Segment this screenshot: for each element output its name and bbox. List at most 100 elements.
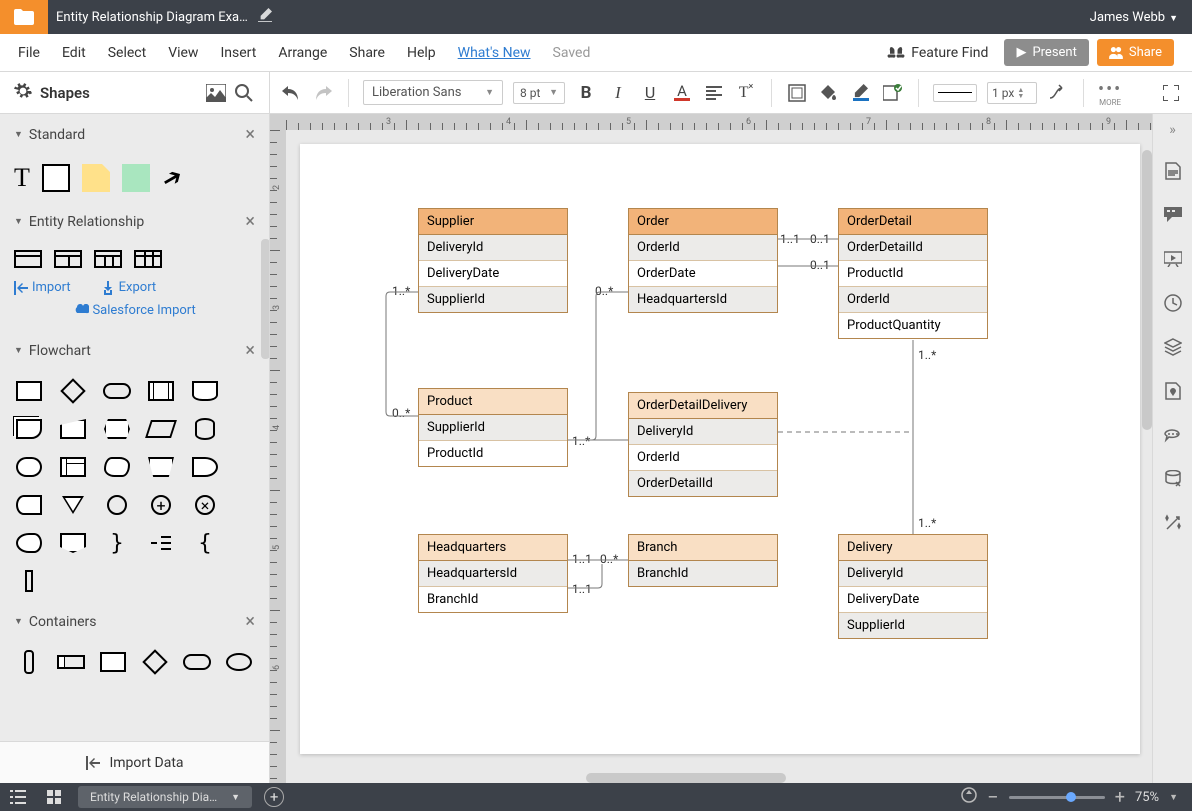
fc-decision[interactable] bbox=[58, 379, 88, 403]
fc-process[interactable] bbox=[14, 379, 44, 403]
entity-field[interactable]: OrderId bbox=[839, 287, 987, 313]
fc-terminator[interactable] bbox=[102, 379, 132, 403]
zoom-out-button[interactable]: − bbox=[987, 785, 998, 809]
entity-field[interactable]: OrderDetailId bbox=[839, 235, 987, 261]
menu-edit[interactable]: Edit bbox=[62, 45, 86, 61]
fc-internal-storage[interactable] bbox=[58, 455, 88, 479]
fc-paper-tape[interactable] bbox=[102, 455, 132, 479]
magic-icon[interactable] bbox=[1162, 512, 1184, 534]
font-size-selector[interactable]: 8 pt▼ bbox=[513, 82, 565, 104]
entity-order[interactable]: OrderOrderIdOrderDateHeadquartersId bbox=[628, 208, 778, 313]
menu-help[interactable]: Help bbox=[407, 45, 436, 61]
edit-title-icon[interactable] bbox=[258, 8, 272, 26]
entity-field[interactable]: HeadquartersId bbox=[419, 561, 567, 587]
menu-share[interactable]: Share bbox=[349, 45, 385, 61]
category-standard[interactable]: ▼Standard× bbox=[0, 114, 269, 155]
container-2[interactable] bbox=[56, 650, 86, 674]
layers-icon[interactable] bbox=[1162, 336, 1184, 358]
autozoom-icon[interactable] bbox=[961, 787, 977, 807]
entity-branch[interactable]: BranchBranchId bbox=[628, 534, 778, 587]
presentation-icon[interactable] bbox=[1162, 248, 1184, 270]
entity-field[interactable]: DeliveryDate bbox=[839, 587, 987, 613]
entity-header[interactable]: Headquarters bbox=[419, 535, 567, 561]
entity-field[interactable]: OrderId bbox=[629, 445, 777, 471]
arrow-shape[interactable]: ➔ bbox=[156, 161, 187, 195]
bold-button[interactable]: B bbox=[575, 82, 597, 104]
diagram-page[interactable]: SupplierDeliveryIdDeliveryDateSupplierId… bbox=[300, 144, 1140, 754]
fullscreen-button[interactable] bbox=[1160, 82, 1182, 104]
entity-hq[interactable]: HeadquartersHeadquartersIdBranchId bbox=[418, 534, 568, 613]
outline-view-icon[interactable] bbox=[0, 790, 36, 804]
history-icon[interactable] bbox=[1162, 292, 1184, 314]
entity-header[interactable]: OrderDetail bbox=[839, 209, 987, 235]
data-icon[interactable] bbox=[1162, 468, 1184, 490]
grid-view-icon[interactable] bbox=[36, 790, 72, 804]
fc-display[interactable] bbox=[14, 531, 44, 555]
user-menu[interactable]: James Webb▼ bbox=[1090, 10, 1192, 25]
container-6[interactable] bbox=[224, 650, 254, 674]
doc-icon[interactable] bbox=[1162, 160, 1184, 182]
image-icon[interactable] bbox=[205, 82, 227, 104]
entity-header[interactable]: Order bbox=[629, 209, 777, 235]
align-button[interactable] bbox=[703, 82, 725, 104]
undo-button[interactable] bbox=[280, 82, 302, 104]
salesforce-import-button[interactable]: Salesforce Import bbox=[0, 303, 269, 330]
fc-preparation[interactable] bbox=[102, 417, 132, 441]
fc-manual-input[interactable] bbox=[58, 417, 88, 441]
entity-header[interactable]: Supplier bbox=[419, 209, 567, 235]
feature-find[interactable]: Feature Find bbox=[887, 45, 988, 61]
close-icon[interactable]: × bbox=[245, 340, 255, 361]
import-data-button[interactable]: Import Data bbox=[0, 741, 269, 783]
canvas-area[interactable]: 345678910 234567 SupplierDeliveryIdDeliv… bbox=[270, 114, 1152, 783]
entity-field[interactable]: DeliveryId bbox=[839, 561, 987, 587]
zoom-slider[interactable] bbox=[1009, 796, 1105, 799]
line-options-button[interactable] bbox=[1047, 82, 1069, 104]
redo-button[interactable] bbox=[312, 82, 334, 104]
collapse-dock-icon[interactable]: » bbox=[1169, 122, 1176, 138]
category-containers[interactable]: ▼Containers× bbox=[0, 601, 269, 642]
document-title[interactable]: Entity Relationship Diagram Exa… bbox=[56, 10, 248, 25]
add-page-button[interactable]: + bbox=[264, 787, 284, 807]
menu-insert[interactable]: Insert bbox=[220, 45, 256, 61]
italic-button[interactable]: I bbox=[607, 82, 629, 104]
fc-brace-open[interactable]: { bbox=[190, 531, 220, 555]
entity-field[interactable]: BranchId bbox=[629, 561, 777, 586]
menu-file[interactable]: File bbox=[18, 45, 40, 61]
menu-select[interactable]: Select bbox=[108, 45, 146, 61]
folder-icon[interactable] bbox=[0, 0, 48, 34]
text-color-button[interactable]: A bbox=[671, 82, 693, 104]
theme-icon[interactable] bbox=[1162, 380, 1184, 402]
er-entity-shape-4[interactable] bbox=[134, 250, 162, 268]
entity-field[interactable]: SupplierId bbox=[419, 415, 567, 441]
entity-field[interactable]: ProductId bbox=[839, 261, 987, 287]
border-color-button[interactable] bbox=[850, 82, 872, 104]
entity-field[interactable]: OrderDate bbox=[629, 261, 777, 287]
menu-arrange[interactable]: Arrange bbox=[278, 45, 327, 61]
gear-icon[interactable] bbox=[14, 82, 32, 104]
close-icon[interactable]: × bbox=[245, 611, 255, 632]
more-button[interactable]: ••• MORE bbox=[1098, 79, 1122, 107]
er-export-button[interactable]: Export bbox=[101, 280, 157, 295]
entity-field[interactable]: DeliveryId bbox=[629, 419, 777, 445]
fc-database[interactable] bbox=[190, 417, 220, 441]
present-button[interactable]: ▶ Present bbox=[1004, 39, 1088, 66]
entity-supplier[interactable]: SupplierDeliveryIdDeliveryDateSupplierId bbox=[418, 208, 568, 313]
fc-or[interactable]: + bbox=[146, 493, 176, 517]
container-5[interactable] bbox=[182, 650, 212, 674]
fc-brace-close[interactable]: } bbox=[102, 531, 132, 555]
clear-format-button[interactable]: T× bbox=[735, 82, 757, 104]
entity-header[interactable]: Branch bbox=[629, 535, 777, 561]
fc-note[interactable] bbox=[146, 531, 176, 555]
close-icon[interactable]: × bbox=[245, 211, 255, 232]
entity-header[interactable]: Product bbox=[419, 389, 567, 415]
entity-field[interactable]: OrderId bbox=[629, 235, 777, 261]
hotspot-shape[interactable] bbox=[122, 164, 150, 192]
entity-field[interactable]: OrderDetailId bbox=[629, 471, 777, 496]
fc-delay[interactable] bbox=[190, 455, 220, 479]
container-1[interactable] bbox=[14, 650, 44, 674]
fc-predefined[interactable] bbox=[146, 379, 176, 403]
container-4[interactable] bbox=[140, 650, 170, 674]
canvas-horizontal-scrollbar[interactable] bbox=[586, 773, 786, 783]
underline-button[interactable]: U bbox=[639, 82, 661, 104]
fc-merge[interactable] bbox=[58, 493, 88, 517]
